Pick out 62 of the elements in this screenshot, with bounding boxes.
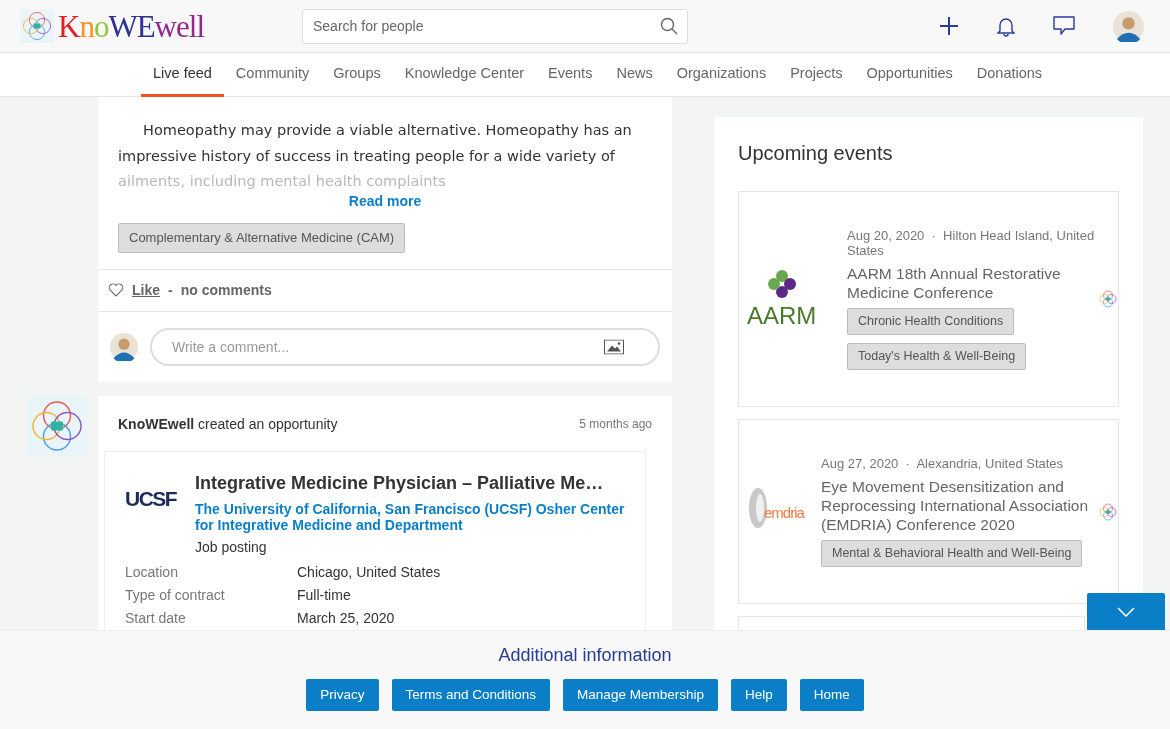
footer-button[interactable]: Help <box>730 679 787 712</box>
event-logo: emdria <box>747 481 813 542</box>
nav-tab[interactable]: Organizations <box>664 53 779 97</box>
tag[interactable]: Mental & Behavioral Health and Well-Being <box>821 540 1083 567</box>
panel-title: Upcoming events <box>738 141 894 165</box>
job-type: Job posting <box>195 537 268 557</box>
nav-tab[interactable]: Events <box>536 53 605 97</box>
search-field[interactable]: Search for people <box>302 8 688 44</box>
plus-icon[interactable] <box>939 16 959 36</box>
brand-name[interactable]: KnoWEwell <box>58 10 204 42</box>
footer-button[interactable]: Manage Membership <box>563 679 718 712</box>
nav-tab[interactable]: Community <box>223 53 322 97</box>
detail-value: Chicago, United States <box>297 562 441 582</box>
detail-label: Type of contract <box>125 585 226 605</box>
comment-count: no comments <box>180 280 272 300</box>
chevron-down-icon <box>1117 607 1135 618</box>
event-meta: Aug 27, 2020 · Alexandria, United States <box>821 456 1065 472</box>
logo-icon <box>1098 501 1118 522</box>
heart-icon[interactable] <box>108 283 124 297</box>
detail-value: March 25, 2020 <box>297 608 395 628</box>
organization-link[interactable]: The University of California, San Francisco (UCSF) Osher Center for Integrative Medicine and Department <box>195 500 625 533</box>
job-title[interactable]: Integrative Medicine Physician – Palliative Me… <box>195 469 625 497</box>
detail-label: Location <box>125 562 179 582</box>
nav-tab[interactable]: Knowledge Center <box>392 53 537 97</box>
chat-icon[interactable] <box>1053 16 1075 36</box>
nav-tab[interactable]: Groups <box>321 53 393 97</box>
footer-button[interactable]: Home <box>799 679 864 712</box>
tag[interactable]: Chronic Health Conditions <box>847 308 1015 335</box>
nav-tab[interactable]: News <box>604 53 665 97</box>
organization-logo: UCSF <box>125 483 181 512</box>
footer-button[interactable]: Privacy <box>306 679 379 712</box>
event-meta: Aug 20, 2020 · Hilton Head Island, United States <box>847 228 1096 259</box>
detail-label: Start date <box>125 608 187 628</box>
event-card[interactable]: emdria Aug 27, 2020 · Alexandria, United States Eye Movement Desensitization and Reprocessing International Association (EMDRIA) Conference 2020 Mental & Behavioral Health and Well-Being <box>738 419 1119 604</box>
read-more-link[interactable]: Read more <box>348 193 422 209</box>
nav-tab[interactable]: Opportunities <box>854 53 965 97</box>
activity-text: KnoWEwell created an opportunity <box>118 414 338 434</box>
post-text: Homeopathy may provide a viable alternative. Homeopathy has an impressive history of success in treating people for a wide variety of <box>118 121 633 166</box>
tag[interactable]: Today's Health & Well-Being <box>847 343 1027 370</box>
nav-tab[interactable]: Projects <box>778 53 855 97</box>
event-title[interactable]: Eye Movement Desensitization and Reprocessing International Association (EMDRIA) Conference 2020 <box>821 477 1098 535</box>
faded-text: ailments, including mental health complaints <box>118 173 447 189</box>
event-logo: AARM <box>747 269 831 329</box>
tag[interactable]: Complementary & Alternative Medicine (CAM) <box>118 223 406 253</box>
like-link[interactable]: Like <box>132 279 160 301</box>
footer-title: Additional information <box>498 644 672 667</box>
logo-icon <box>1098 289 1118 309</box>
separator: - <box>168 280 173 300</box>
avatar <box>1113 10 1144 42</box>
footer-button[interactable]: Terms and Conditions <box>391 679 551 712</box>
search-icon[interactable] <box>660 17 678 35</box>
bell-icon[interactable] <box>997 15 1015 37</box>
event-card[interactable]: AARM Aug 20, 2020 · Hilton Head Island, United States AARM 18th Annual Restorative Medicine Conference Chronic Health Conditions Today's Health & Well-Being <box>738 191 1119 407</box>
detail-value: Full-time <box>297 585 351 605</box>
timestamp: 5 months ago <box>579 416 652 433</box>
logo-icon <box>20 9 54 43</box>
avatar <box>110 332 138 361</box>
avatar <box>27 395 87 456</box>
nav-tab[interactable]: Donations <box>964 53 1055 97</box>
image-icon[interactable] <box>604 339 624 354</box>
event-title[interactable]: AARM 18th Annual Restorative Medicine Conference <box>847 264 1098 303</box>
comment-field[interactable]: Write a comment... <box>150 327 660 366</box>
